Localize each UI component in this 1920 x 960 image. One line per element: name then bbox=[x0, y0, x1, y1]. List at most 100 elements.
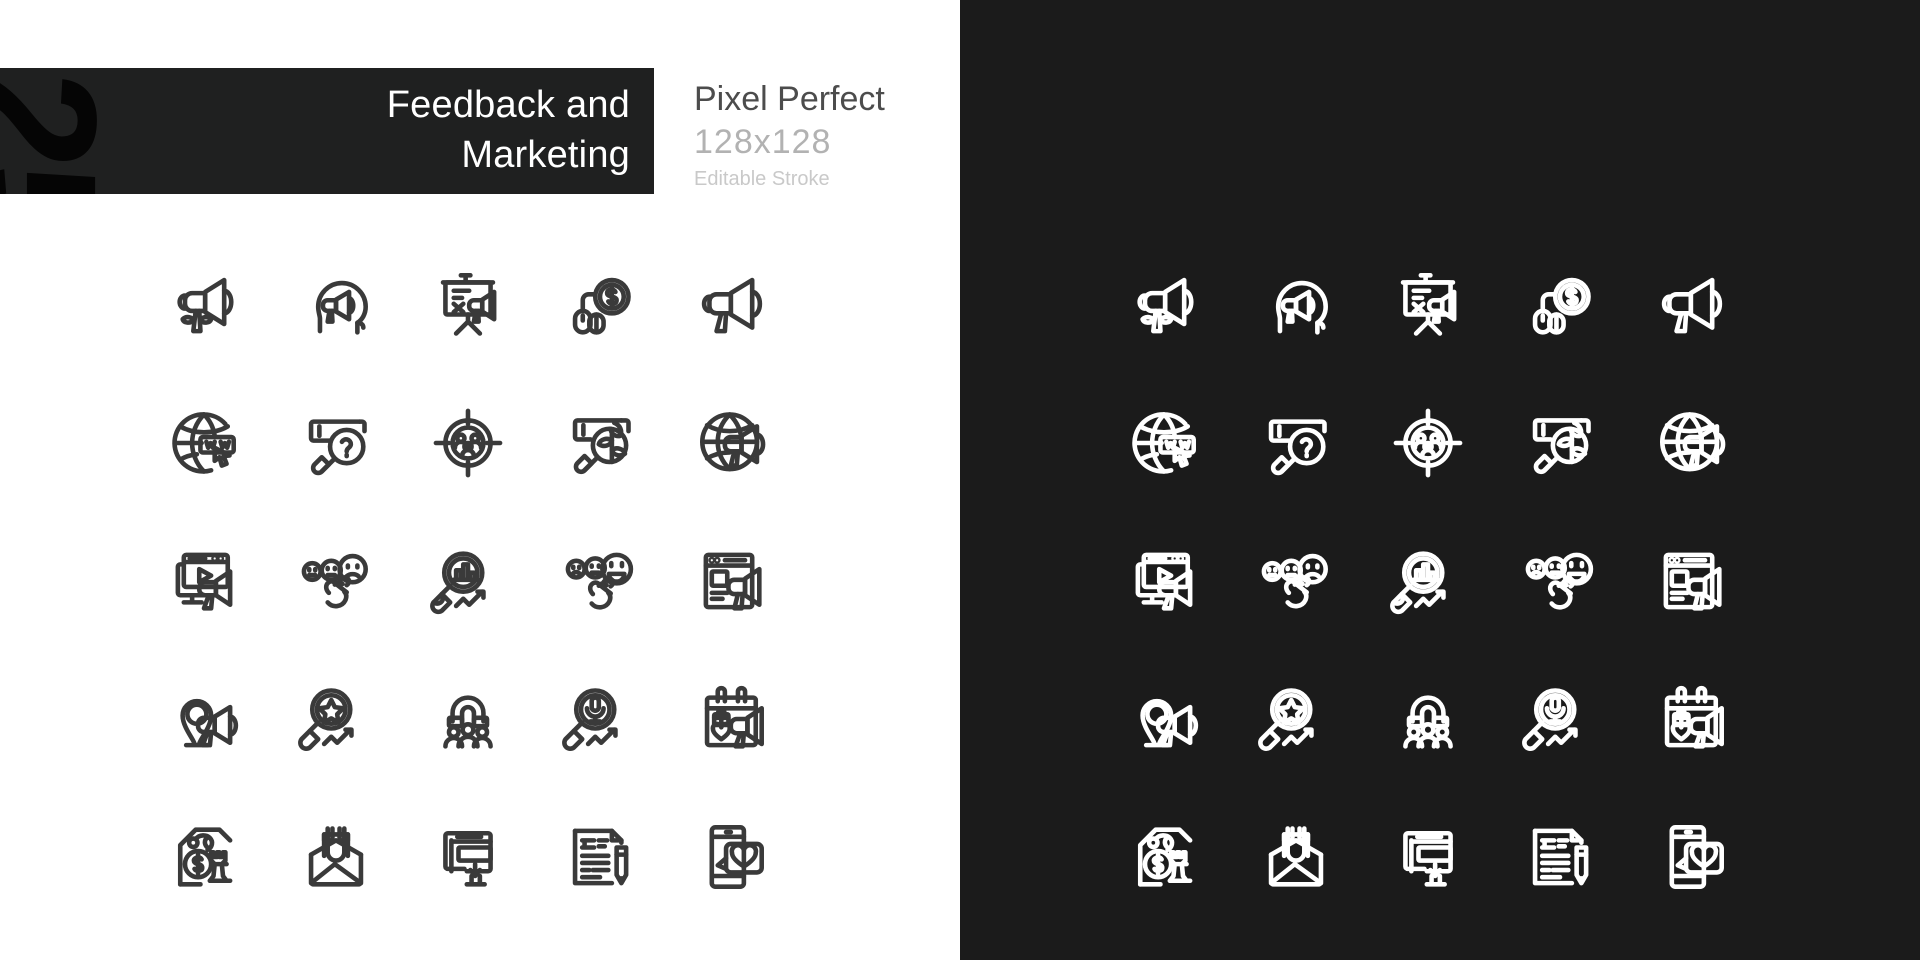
spec-info: Pixel Perfect 128x128 Editable Stroke bbox=[694, 78, 885, 194]
icon-cell[interactable] bbox=[666, 650, 798, 788]
presentation-board-megaphone-icon bbox=[430, 267, 506, 343]
icon-cell[interactable] bbox=[402, 374, 534, 512]
icon-cell[interactable] bbox=[1362, 788, 1494, 926]
icon-cell[interactable] bbox=[1098, 650, 1230, 788]
globe-megaphone-icon bbox=[1654, 405, 1730, 481]
icon-cell[interactable] bbox=[402, 236, 534, 374]
globe-www-click-icon bbox=[1126, 405, 1202, 481]
icon-cell[interactable] bbox=[1494, 374, 1626, 512]
document-text-pencil-icon bbox=[1522, 819, 1598, 895]
search-bar-question-icon bbox=[1258, 405, 1334, 481]
magnifier-star-growth-icon bbox=[298, 681, 374, 757]
monitor-video-megaphone-icon bbox=[1126, 543, 1202, 619]
smartphone-heart-bubble-icon bbox=[1654, 819, 1730, 895]
icon-cell[interactable] bbox=[138, 788, 270, 926]
icon-cell[interactable] bbox=[1626, 374, 1758, 512]
light-theme-panel: 25 Feedback and Marketing Pixel Perfect … bbox=[0, 0, 960, 960]
browser-window-megaphone-icon bbox=[1654, 543, 1730, 619]
icon-cell[interactable] bbox=[270, 650, 402, 788]
icon-cell[interactable] bbox=[1362, 650, 1494, 788]
icon-cell[interactable] bbox=[534, 374, 666, 512]
icon-cell[interactable] bbox=[402, 650, 534, 788]
envelope-magnet-icon bbox=[298, 819, 374, 895]
pixel-perfect-label: Pixel Perfect bbox=[694, 80, 885, 118]
icon-cell[interactable] bbox=[1362, 374, 1494, 512]
icon-cell[interactable] bbox=[1494, 788, 1626, 926]
emoji-satisfaction-hand-icon bbox=[562, 543, 638, 619]
target-audience-icon bbox=[430, 405, 506, 481]
icon-cell[interactable] bbox=[666, 512, 798, 650]
icon-cell[interactable] bbox=[270, 512, 402, 650]
icon-cell[interactable] bbox=[1230, 650, 1362, 788]
icon-cell[interactable] bbox=[534, 650, 666, 788]
browser-window-megaphone-icon bbox=[694, 543, 770, 619]
set-number: 25 bbox=[0, 72, 132, 194]
presentation-board-megaphone-icon bbox=[1390, 267, 1466, 343]
icon-cell[interactable] bbox=[270, 788, 402, 926]
price-tag-chess-rook-icon bbox=[166, 819, 242, 895]
icon-cell[interactable] bbox=[402, 788, 534, 926]
emoji-satisfaction-hand-icon bbox=[1522, 543, 1598, 619]
monitor-download-icon bbox=[1390, 819, 1466, 895]
magnifier-microphone-growth-icon bbox=[1522, 681, 1598, 757]
icon-grid-light bbox=[138, 236, 798, 926]
icon-cell[interactable] bbox=[666, 374, 798, 512]
icon-cell[interactable] bbox=[1494, 512, 1626, 650]
location-pin-megaphone-icon bbox=[166, 681, 242, 757]
emoji-rating-hand-icon bbox=[298, 543, 374, 619]
icon-cell[interactable] bbox=[666, 236, 798, 374]
smartphone-heart-bubble-icon bbox=[694, 819, 770, 895]
globe-megaphone-icon bbox=[694, 405, 770, 481]
icon-cell[interactable] bbox=[1362, 512, 1494, 650]
icon-cell[interactable] bbox=[1098, 788, 1230, 926]
icon-cell[interactable] bbox=[1494, 236, 1626, 374]
megaphone-with-leaves-icon bbox=[1126, 267, 1202, 343]
document-text-pencil-icon bbox=[562, 819, 638, 895]
page-title: Feedback and Marketing bbox=[290, 80, 630, 180]
search-bar-leaves-icon bbox=[1522, 405, 1598, 481]
icon-cell[interactable] bbox=[1626, 512, 1758, 650]
icon-cell[interactable] bbox=[402, 512, 534, 650]
icon-cell[interactable] bbox=[138, 512, 270, 650]
calendar-gift-heart-megaphone-icon bbox=[694, 681, 770, 757]
icon-cell[interactable] bbox=[1098, 512, 1230, 650]
magnifier-microphone-growth-icon bbox=[562, 681, 638, 757]
head-with-megaphone-icon bbox=[1258, 267, 1334, 343]
icon-cell[interactable] bbox=[534, 512, 666, 650]
megaphone-with-leaves-icon bbox=[166, 267, 242, 343]
calendar-gift-heart-megaphone-icon bbox=[1654, 681, 1730, 757]
search-bar-leaves-icon bbox=[562, 405, 638, 481]
icon-cell[interactable] bbox=[1098, 374, 1230, 512]
icon-set-sheet: 25 Feedback and Marketing Pixel Perfect … bbox=[0, 0, 1920, 960]
icon-cell[interactable] bbox=[138, 650, 270, 788]
icon-cell[interactable] bbox=[1626, 650, 1758, 788]
icon-cell[interactable] bbox=[1230, 374, 1362, 512]
icon-cell[interactable] bbox=[1362, 236, 1494, 374]
icon-cell[interactable] bbox=[1230, 236, 1362, 374]
magnifier-star-growth-icon bbox=[1258, 681, 1334, 757]
icon-cell[interactable] bbox=[666, 788, 798, 926]
icon-cell[interactable] bbox=[1494, 650, 1626, 788]
icon-cell[interactable] bbox=[270, 374, 402, 512]
search-bar-question-icon bbox=[298, 405, 374, 481]
icon-cell[interactable] bbox=[1230, 788, 1362, 926]
icon-cell[interactable] bbox=[138, 236, 270, 374]
icon-cell[interactable] bbox=[1230, 512, 1362, 650]
target-audience-icon bbox=[1390, 405, 1466, 481]
icon-cell[interactable] bbox=[1626, 788, 1758, 926]
icon-cell[interactable] bbox=[138, 374, 270, 512]
title-band: 25 Feedback and Marketing bbox=[0, 68, 654, 194]
location-pin-megaphone-icon bbox=[1126, 681, 1202, 757]
icon-cell[interactable] bbox=[534, 788, 666, 926]
dark-theme-panel bbox=[960, 0, 1920, 960]
icon-cell[interactable] bbox=[270, 236, 402, 374]
icon-cell[interactable] bbox=[1098, 236, 1230, 374]
emoji-rating-hand-icon bbox=[1258, 543, 1334, 619]
magnifier-bar-chart-growth-icon bbox=[1390, 543, 1466, 619]
icon-cell[interactable] bbox=[534, 236, 666, 374]
magnifier-bar-chart-growth-icon bbox=[430, 543, 506, 619]
editable-stroke-label: Editable Stroke bbox=[694, 168, 830, 190]
page-title-line2: Marketing bbox=[461, 134, 630, 176]
megaphone-icon bbox=[1654, 267, 1730, 343]
icon-cell[interactable] bbox=[1626, 236, 1758, 374]
